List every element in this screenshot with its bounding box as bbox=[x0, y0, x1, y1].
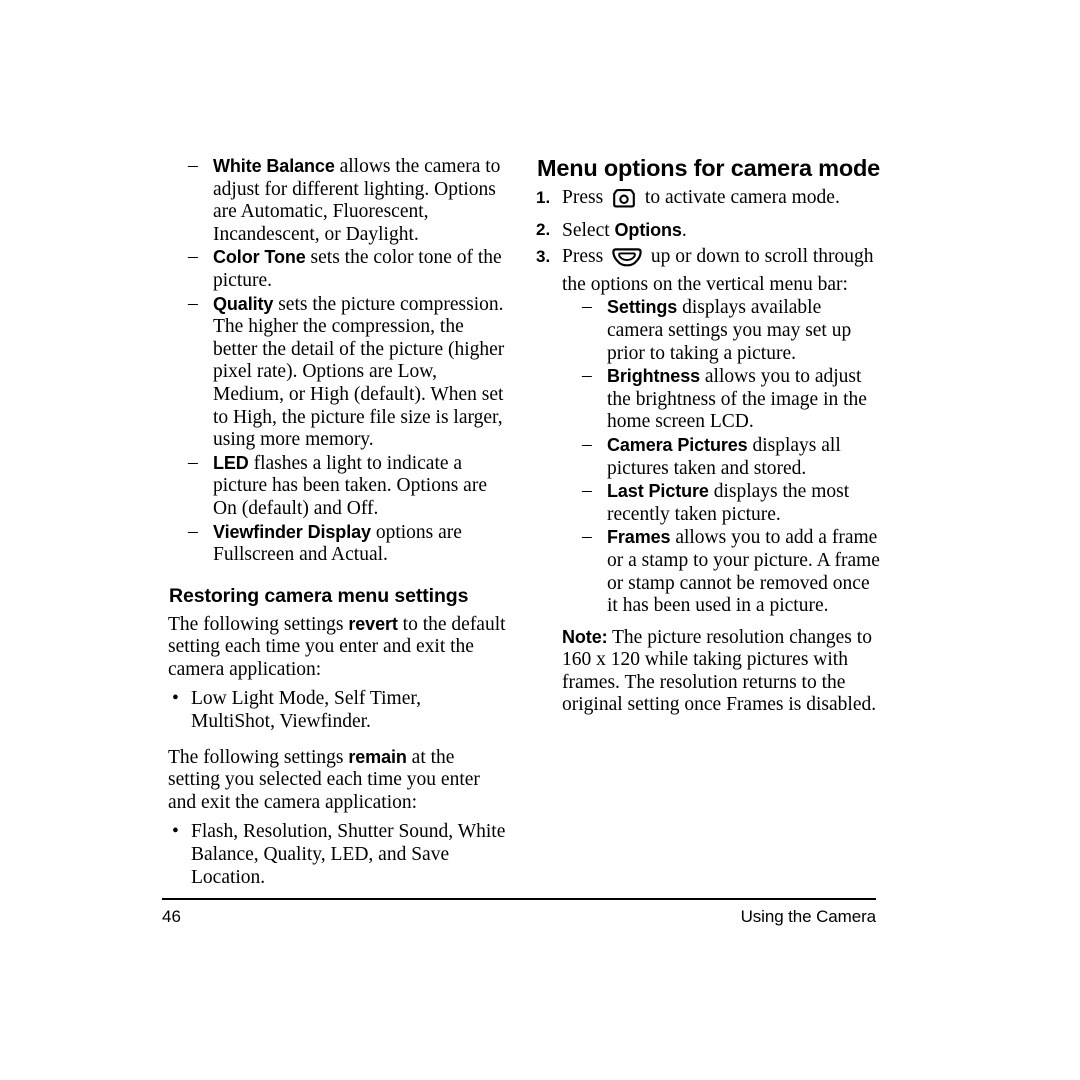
list-item: 3. Press up or down to scroll through th… bbox=[536, 246, 881, 618]
dash-marker: – bbox=[188, 155, 198, 176]
term-options: Options bbox=[614, 219, 682, 240]
camera-settings-list: – White Balance allows the camera to adj… bbox=[168, 155, 508, 567]
note-block: Note: The picture resolution changes to … bbox=[536, 626, 881, 717]
remain-text-before: The following settings bbox=[168, 746, 349, 768]
term-last-picture: Last Picture bbox=[607, 481, 709, 502]
footer-row: 46 Using the Camera bbox=[162, 907, 876, 927]
dash-marker: – bbox=[188, 246, 198, 268]
step-text-after: to activate camera mode. bbox=[640, 187, 840, 208]
left-column: – White Balance allows the camera to adj… bbox=[168, 155, 508, 889]
term-camera-pictures: Camera Pictures bbox=[607, 434, 748, 455]
step-text-before: Press bbox=[562, 187, 609, 208]
manual-page: – White Balance allows the camera to adj… bbox=[0, 0, 1080, 1080]
revert-settings-list: • Low Light Mode, Self Timer, MultiShot,… bbox=[168, 688, 508, 733]
list-item: – White Balance allows the camera to adj… bbox=[168, 155, 508, 246]
page-number: 46 bbox=[162, 907, 181, 926]
list-item: – Settings displays available camera set… bbox=[562, 296, 881, 365]
list-item: • Flash, Resolution, Shutter Sound, Whit… bbox=[168, 821, 508, 889]
dash-marker: – bbox=[188, 292, 198, 314]
term-settings: Settings bbox=[607, 297, 678, 318]
dash-marker: – bbox=[582, 433, 592, 455]
list-item: – Quality sets the picture compression. … bbox=[168, 293, 508, 452]
term-brightness: Brightness bbox=[607, 366, 701, 387]
item-text: Low Light Mode, Self Timer, MultiShot, V… bbox=[191, 688, 421, 733]
term-remain: remain bbox=[348, 746, 407, 767]
remain-paragraph: The following settings remain at the set… bbox=[168, 746, 508, 815]
term-color-tone: Color Tone bbox=[213, 247, 306, 268]
revert-paragraph: The following settings revert to the def… bbox=[168, 613, 508, 682]
note-text: The picture resolution changes to 160 x … bbox=[562, 626, 877, 716]
step-text-before: Press bbox=[562, 246, 609, 268]
dash-marker: – bbox=[188, 451, 198, 473]
navigation-key-icon bbox=[611, 248, 643, 274]
step-text-after: . bbox=[681, 219, 687, 241]
term-white-balance: White Balance bbox=[213, 156, 335, 176]
dash-marker: – bbox=[582, 480, 592, 502]
list-item: – LED flashes a light to indicate a pict… bbox=[168, 452, 508, 521]
menu-options-list: – Settings displays available camera set… bbox=[562, 296, 881, 617]
step-text-before: Select bbox=[562, 219, 615, 241]
right-column: Menu options for camera mode 1. Press to… bbox=[536, 155, 881, 717]
step-text-after: up or down to scroll through the options… bbox=[562, 246, 874, 295]
camera-icon bbox=[611, 189, 637, 215]
list-item: 1. Press to activate camera mode. bbox=[536, 187, 881, 215]
dash-marker: – bbox=[582, 365, 592, 387]
item-text: sets the picture compression. The higher… bbox=[213, 293, 505, 451]
step-number: 3. bbox=[536, 247, 551, 267]
list-item: – Viewfinder Display options are Fullscr… bbox=[168, 521, 508, 567]
term-viewfinder-display: Viewfinder Display bbox=[213, 521, 371, 542]
note-label: Note: bbox=[562, 626, 608, 647]
dash-marker: – bbox=[188, 520, 198, 542]
bullet-marker: • bbox=[172, 688, 179, 710]
list-item: – Camera Pictures displays all pictures … bbox=[562, 434, 881, 480]
item-text: flashes a light to indicate a picture ha… bbox=[213, 452, 487, 519]
term-revert: revert bbox=[348, 613, 398, 634]
list-item: – Frames allows you to add a frame or a … bbox=[562, 526, 881, 617]
camera-mode-steps: 1. Press to activate camera mode. 2. Sel… bbox=[536, 187, 881, 618]
list-item: 2. Select Options. bbox=[536, 219, 881, 243]
step-number: 1. bbox=[536, 188, 551, 207]
list-item: – Last Picture displays the most recentl… bbox=[562, 480, 881, 526]
page-title: Menu options for camera mode bbox=[537, 155, 881, 181]
list-item: – Brightness allows you to adjust the br… bbox=[562, 365, 881, 434]
revert-text-before: The following settings bbox=[168, 613, 349, 635]
page-footer: 46 Using the Camera bbox=[162, 898, 876, 927]
term-led: LED bbox=[213, 452, 249, 473]
running-head: Using the Camera bbox=[740, 907, 877, 926]
term-frames: Frames bbox=[607, 527, 671, 548]
bullet-marker: • bbox=[172, 821, 179, 843]
term-quality: Quality bbox=[213, 293, 274, 314]
step-number: 2. bbox=[536, 219, 551, 239]
dash-marker: – bbox=[582, 296, 592, 318]
dash-marker: – bbox=[582, 526, 592, 548]
remain-settings-list: • Flash, Resolution, Shutter Sound, Whit… bbox=[168, 821, 508, 889]
list-item: – Color Tone sets the color tone of the … bbox=[168, 246, 508, 292]
list-item: • Low Light Mode, Self Timer, MultiShot,… bbox=[168, 688, 508, 733]
footer-divider bbox=[162, 898, 876, 900]
item-text: Flash, Resolution, Shutter Sound, White … bbox=[191, 821, 506, 888]
section-heading-restoring: Restoring camera menu settings bbox=[169, 584, 469, 607]
